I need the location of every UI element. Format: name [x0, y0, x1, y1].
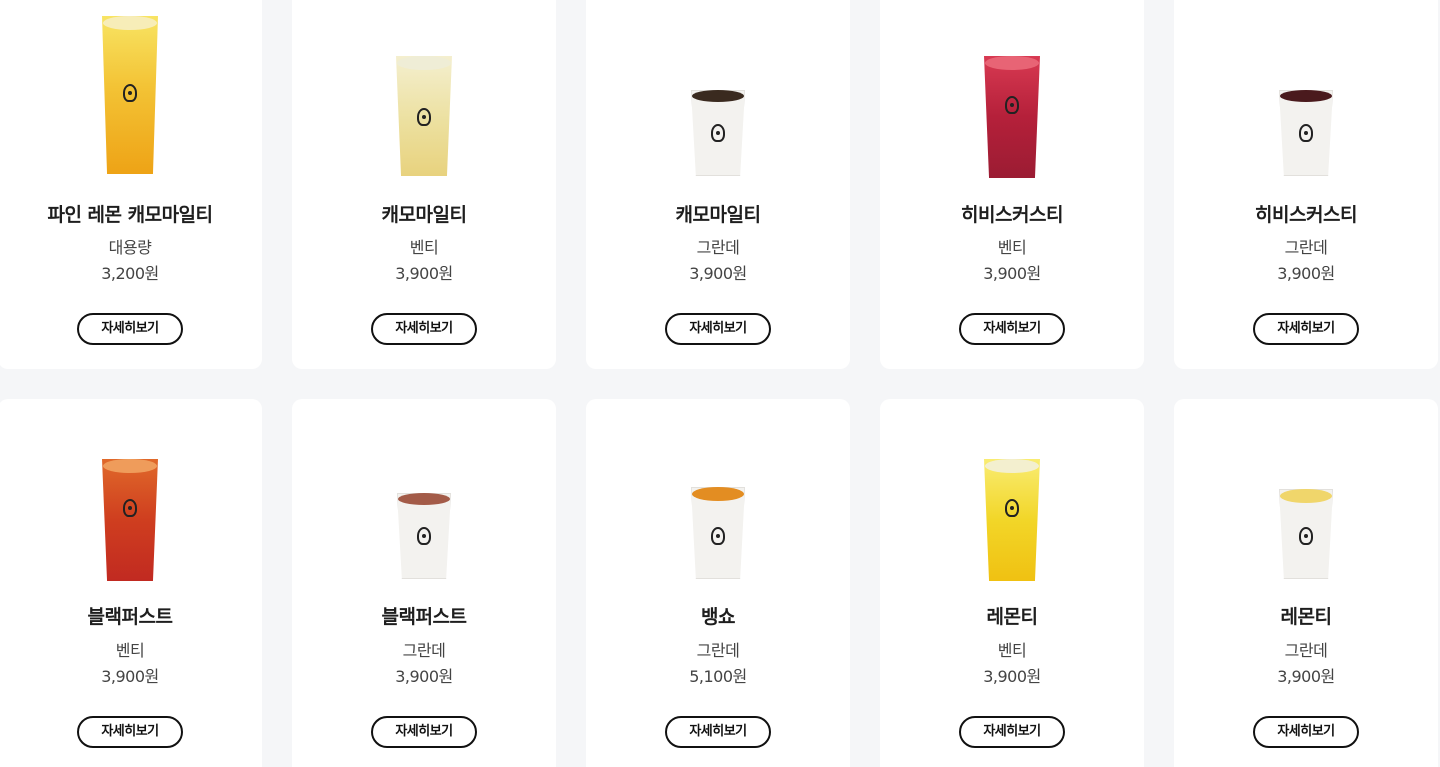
- product-name: 파인 레몬 캐모마일티: [47, 204, 213, 226]
- drink-image: [102, 16, 158, 174]
- drink-image: [984, 56, 1040, 178]
- product-name: 블랙퍼스트: [87, 606, 173, 628]
- product-card[interactable]: 캐모마일티 벤티 3,900원 자세히보기: [292, 0, 556, 369]
- product-size: 그란데: [1284, 641, 1328, 660]
- product-price: 3,900원: [689, 264, 747, 283]
- detail-button[interactable]: 자세히보기: [665, 716, 771, 748]
- drink-image: [102, 459, 158, 581]
- detail-button[interactable]: 자세히보기: [959, 716, 1065, 748]
- product-size: 그란데: [402, 641, 446, 660]
- product-card[interactable]: 파인 레몬 캐모마일티 대용량 3,200원 자세히보기: [0, 0, 262, 369]
- product-name: 레몬티: [986, 606, 1038, 628]
- detail-button[interactable]: 자세히보기: [1253, 716, 1359, 748]
- product-size: 그란데: [696, 641, 740, 660]
- detail-button[interactable]: 자세히보기: [77, 716, 183, 748]
- product-name: 히비스커스티: [1255, 204, 1357, 226]
- product-name: 뱅쇼: [701, 606, 735, 628]
- product-name: 블랙퍼스트: [381, 606, 467, 628]
- product-price: 3,900원: [983, 667, 1041, 686]
- product-size: 그란데: [696, 238, 740, 257]
- product-card[interactable]: 뱅쇼 그란데 5,100원 자세히보기: [586, 399, 850, 767]
- product-price: 3,900원: [1277, 667, 1335, 686]
- drink-image: [984, 459, 1040, 581]
- drink-image: [396, 56, 452, 176]
- product-card[interactable]: 히비스커스티 그란데 3,900원 자세히보기: [1174, 0, 1438, 369]
- drink-image: [397, 493, 451, 579]
- product-card[interactable]: 캐모마일티 그란데 3,900원 자세히보기: [586, 0, 850, 369]
- product-name: 히비스커스티: [961, 204, 1063, 226]
- detail-button[interactable]: 자세히보기: [959, 313, 1065, 345]
- detail-button[interactable]: 자세히보기: [665, 313, 771, 345]
- product-card[interactable]: 레몬티 그란데 3,900원 자세히보기: [1174, 399, 1438, 767]
- product-card[interactable]: 블랙퍼스트 그란데 3,900원 자세히보기: [292, 399, 556, 767]
- detail-button[interactable]: 자세히보기: [371, 313, 477, 345]
- product-price: 3,900원: [1277, 264, 1335, 283]
- drink-image: [1279, 489, 1333, 579]
- product-price: 3,900원: [983, 264, 1041, 283]
- product-size: 대용량: [108, 238, 152, 257]
- product-price: 5,100원: [689, 667, 747, 686]
- product-size: 벤티: [409, 238, 439, 257]
- drink-image: [1279, 90, 1333, 176]
- product-name: 레몬티: [1280, 606, 1332, 628]
- detail-button[interactable]: 자세히보기: [371, 716, 477, 748]
- product-card[interactable]: 히비스커스티 벤티 3,900원 자세히보기: [880, 0, 1144, 369]
- product-grid: 파인 레몬 캐모마일티 대용량 3,200원 자세히보기 캐모마일티 벤티 3,…: [0, 0, 1440, 767]
- product-price: 3,900원: [395, 667, 453, 686]
- product-price: 3,900원: [101, 667, 159, 686]
- product-size: 벤티: [115, 641, 145, 660]
- product-size: 벤티: [997, 238, 1027, 257]
- detail-button[interactable]: 자세히보기: [77, 313, 183, 345]
- product-name: 캐모마일티: [675, 204, 761, 226]
- product-card[interactable]: 레몬티 벤티 3,900원 자세히보기: [880, 399, 1144, 767]
- detail-button[interactable]: 자세히보기: [1253, 313, 1359, 345]
- product-size: 벤티: [997, 641, 1027, 660]
- product-price: 3,200원: [101, 264, 159, 283]
- product-price: 3,900원: [395, 264, 453, 283]
- drink-image: [691, 90, 745, 176]
- product-name: 캐모마일티: [381, 204, 467, 226]
- drink-image: [691, 487, 745, 579]
- product-size: 그란데: [1284, 238, 1328, 257]
- product-card[interactable]: 블랙퍼스트 벤티 3,900원 자세히보기: [0, 399, 262, 767]
